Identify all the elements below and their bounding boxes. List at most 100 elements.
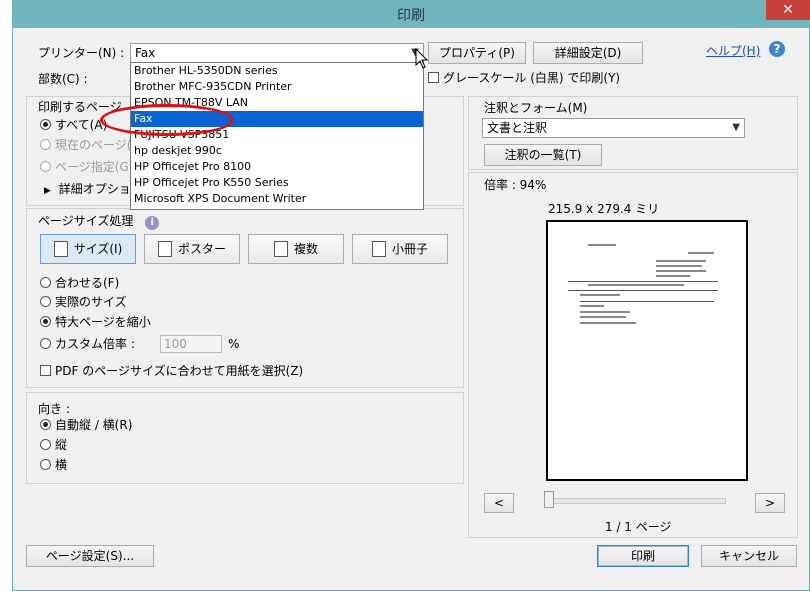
choose-paper-label: PDF のページサイズに合わせて用紙を選択(Z) [55, 364, 304, 378]
comments-forms-select[interactable]: 文書と注釈 ▼ [482, 118, 745, 138]
page-sizing-label: ページサイズ処理 i [38, 212, 160, 230]
page-slider-thumb[interactable] [544, 491, 554, 508]
radio-label: 特大ページを縮小 [55, 315, 151, 329]
radio-label: 横 [55, 458, 68, 472]
triangle-right-icon: ▶ [44, 186, 51, 196]
preview-text-line [580, 322, 636, 324]
grayscale-option[interactable]: グレースケール (白黒) で印刷(Y) [428, 69, 620, 86]
radio-custom-scale[interactable]: カスタム倍率 : [40, 335, 135, 353]
preview-rule [580, 301, 714, 302]
page-indicator: 1 / 1 ページ [605, 520, 672, 534]
window-title: 印刷 [397, 8, 425, 24]
grayscale-label: グレースケール (白黒) で印刷(Y) [443, 71, 621, 85]
preview-text-line [580, 311, 630, 313]
radio-page-range[interactable]: ページ指定(G) [40, 158, 133, 176]
preview-text-line [580, 305, 604, 307]
annotation-ellipse [100, 104, 234, 136]
poster-button[interactable]: ポスター [144, 234, 240, 264]
booklet-icon [371, 241, 386, 257]
radio-label: カスタム倍率 : [55, 337, 135, 351]
size-icon [53, 241, 68, 257]
choose-paper-checkbox[interactable] [40, 365, 51, 376]
info-icon[interactable]: i [145, 216, 160, 230]
page-slider-track[interactable] [546, 498, 726, 504]
orientation-group [26, 392, 464, 484]
booklet-button-label: 小冊子 [391, 242, 428, 256]
preview-text-line [656, 265, 702, 267]
close-button[interactable]: ✕ [766, 0, 810, 20]
radio-indicator [40, 296, 51, 307]
radio-label: 実際のサイズ [55, 295, 127, 309]
preview-text-line [588, 244, 616, 246]
preview-text-line [656, 275, 690, 277]
help-link[interactable]: ヘルプ(H) [706, 42, 760, 59]
printer-dropdown-list[interactable]: Brother HL-5350DN series Brother MFC-935… [130, 62, 424, 210]
poster-button-label: ポスター [177, 242, 226, 256]
orientation-label: 向き : [38, 402, 70, 416]
dropdown-item[interactable]: HP Officejet Pro 8100 [131, 159, 423, 175]
summarize-comments-button[interactable]: 注釈の一覧(T) [484, 144, 602, 166]
radio-actual-size[interactable]: 実際のサイズ [40, 293, 127, 311]
radio-indicator [40, 119, 51, 130]
printer-label: プリンター(N) : [38, 46, 125, 60]
chevron-down-icon: ▼ [732, 122, 740, 133]
next-page-button[interactable]: > [755, 493, 785, 513]
booklet-button[interactable]: 小冊子 [352, 234, 448, 264]
size-button[interactable]: サイズ(I) [40, 234, 136, 264]
poster-icon [157, 241, 172, 257]
scale-text: 倍率 : 94% [484, 178, 547, 192]
radio-indicator [40, 277, 51, 288]
radio-fit[interactable]: 合わせる(F) [40, 274, 119, 292]
dropdown-item[interactable]: Microsoft XPS Document Writer [131, 191, 423, 207]
comments-forms-value: 文書と注釈 [487, 121, 548, 135]
paper-size-text: 215.9 x 279.4 ミリ [548, 202, 660, 216]
properties-button[interactable]: プロパティ(P) [428, 42, 526, 64]
print-button[interactable]: 印刷 [597, 545, 689, 567]
radio-portrait[interactable]: 縦 [40, 436, 67, 454]
preview-text-line [588, 284, 684, 286]
radio-indicator [40, 316, 51, 327]
radio-auto-orientation[interactable]: 自動縦 / 横(R) [40, 416, 132, 434]
choose-paper-option[interactable]: PDF のページサイズに合わせて用紙を選択(Z) [40, 362, 303, 379]
advanced-button[interactable]: 詳細設定(D) [533, 42, 643, 64]
radio-shrink-oversized[interactable]: 特大ページを縮小 [40, 313, 151, 331]
multiple-icon [273, 241, 288, 257]
copies-label: 部数(C) : [38, 72, 88, 86]
multiple-button-label: 複数 [293, 242, 318, 256]
more-options-toggle[interactable]: ▶ 詳細オプション [44, 180, 143, 197]
page-preview [546, 220, 748, 481]
dropdown-item[interactable]: hp deskjet 990c [131, 143, 423, 159]
multiple-button[interactable]: 複数 [248, 234, 344, 264]
radio-label: 合わせる(F) [55, 276, 120, 290]
radio-indicator [40, 139, 51, 150]
preview-text-line [580, 316, 626, 318]
radio-landscape[interactable]: 横 [40, 456, 67, 474]
dropdown-item[interactable]: Brother HL-5350DN series [131, 63, 423, 79]
radio-indicator [40, 338, 51, 349]
dropdown-item[interactable]: HP Officejet Pro K550 Series [131, 175, 423, 191]
preview-text-line [688, 252, 714, 254]
radio-indicator [40, 439, 51, 450]
cancel-button[interactable]: キャンセル [701, 545, 797, 567]
preview-rule [568, 290, 718, 291]
dropdown-item[interactable]: Brother MFC-935CDN Printer [131, 79, 423, 95]
radio-label: 自動縦 / 横(R) [55, 418, 133, 432]
preview-text-line [656, 260, 706, 262]
percent-label: % [228, 337, 240, 351]
radio-indicator [40, 459, 51, 470]
page-setup-button[interactable]: ページ設定(S)... [26, 545, 154, 567]
radio-label: 縦 [55, 438, 68, 452]
comments-forms-label: 注釈とフォーム(M) [484, 101, 588, 115]
help-icon[interactable]: ? [769, 41, 785, 57]
preview-rule [568, 281, 718, 282]
printer-select[interactable]: Fax ▼ [130, 43, 424, 63]
preview-text-line [656, 270, 706, 272]
grayscale-checkbox[interactable] [428, 72, 439, 83]
mouse-cursor-icon [415, 48, 429, 69]
size-button-label: サイズ(I) [73, 242, 123, 256]
prev-page-button[interactable]: < [484, 493, 514, 513]
title-bar[interactable]: 印刷 ✕ [12, 0, 810, 28]
custom-scale-input[interactable]: 100 [160, 335, 222, 353]
radio-all-pages[interactable]: すべて(A) [40, 116, 107, 134]
radio-indicator [40, 419, 51, 430]
